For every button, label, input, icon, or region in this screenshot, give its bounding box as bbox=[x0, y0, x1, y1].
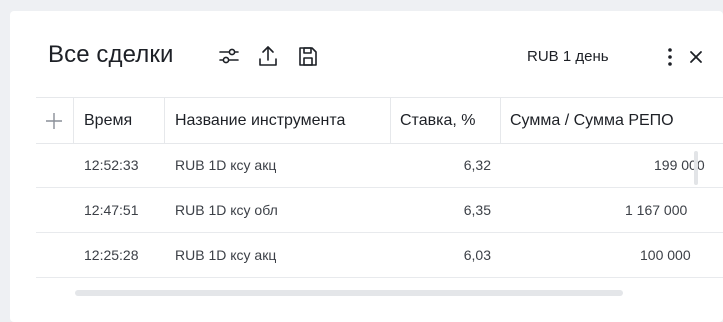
table-row[interactable]: 12:47:51 RUB 1D ксу обл 6,35 1 167 000 bbox=[36, 188, 723, 233]
save-icon[interactable] bbox=[297, 44, 319, 68]
more-vertical-icon[interactable] bbox=[663, 45, 677, 69]
panel-header: Все сделки RUB 1 день bbox=[10, 11, 723, 91]
cell-time: 12:25:28 bbox=[84, 247, 139, 263]
cell-instrument: RUB 1D ксу акц bbox=[175, 157, 277, 173]
all-trades-panel: Все сделки RUB 1 день Время Название инс… bbox=[10, 11, 723, 322]
column-header-time[interactable]: Время bbox=[84, 98, 164, 143]
trades-table: Время Название инструмента Ставка, % Сум… bbox=[36, 97, 723, 287]
cell-amount: 100 000 bbox=[640, 247, 691, 263]
close-icon[interactable] bbox=[687, 47, 705, 67]
column-header-instrument[interactable]: Название инструмента bbox=[175, 98, 389, 143]
cell-time: 12:47:51 bbox=[84, 202, 139, 218]
vertical-scrollbar[interactable] bbox=[694, 151, 698, 185]
sliders-icon[interactable] bbox=[218, 44, 240, 68]
cell-rate: 6,35 bbox=[463, 202, 491, 218]
cell-rate: 6,32 bbox=[463, 157, 491, 173]
upload-icon[interactable] bbox=[257, 44, 279, 68]
horizontal-scrollbar[interactable] bbox=[75, 290, 623, 296]
table-row[interactable]: 12:25:28 RUB 1D ксу акц 6,03 100 000 bbox=[36, 233, 723, 278]
cell-instrument: RUB 1D ксу обл bbox=[175, 202, 278, 218]
cell-instrument: RUB 1D ксу акц bbox=[175, 247, 277, 263]
period-selector[interactable]: RUB 1 день bbox=[527, 48, 609, 65]
add-column-icon[interactable] bbox=[36, 98, 72, 143]
panel-title: Все сделки bbox=[48, 41, 174, 68]
cell-time: 12:52:33 bbox=[84, 157, 139, 173]
column-header-amount[interactable]: Сумма / Сумма РЕПО bbox=[510, 98, 723, 143]
cell-amount: 1 167 000 bbox=[625, 202, 688, 218]
cell-amount: 199 000 bbox=[654, 157, 705, 173]
table-header: Время Название инструмента Ставка, % Сум… bbox=[36, 97, 723, 144]
table-row[interactable]: 12:52:33 RUB 1D ксу акц 6,32 199 000 bbox=[36, 143, 723, 188]
cell-rate: 6,03 bbox=[463, 247, 491, 263]
column-header-rate[interactable]: Ставка, % bbox=[400, 98, 500, 143]
